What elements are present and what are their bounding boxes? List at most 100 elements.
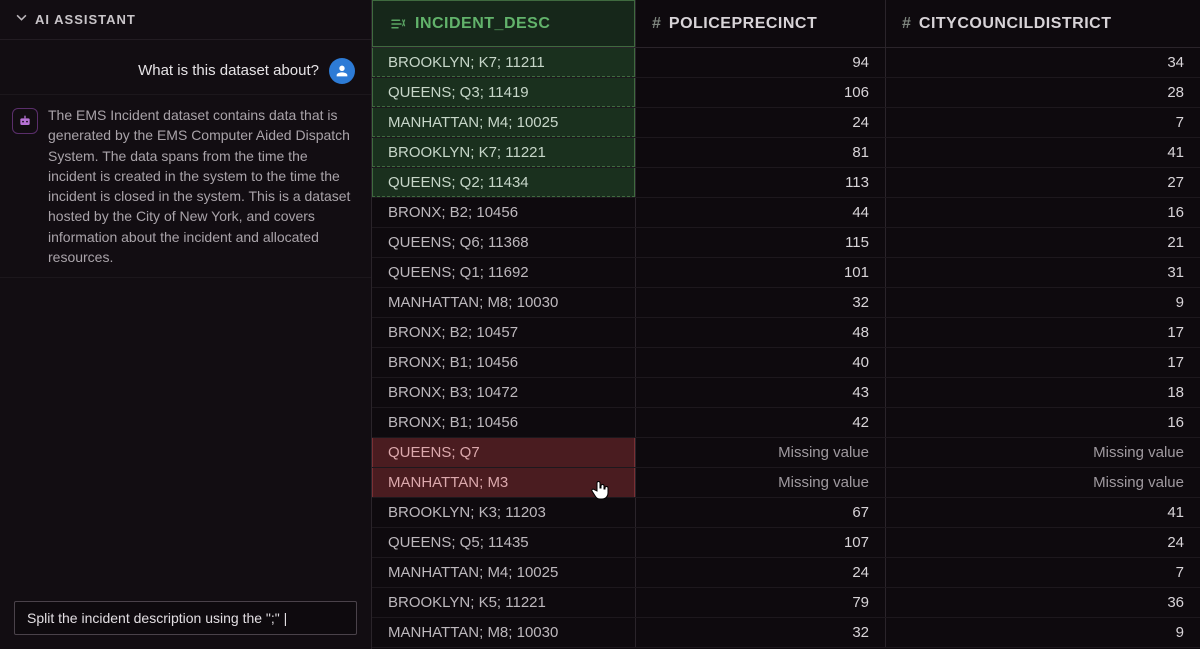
table-row[interactable]: BRONX; B1; 104564216 xyxy=(372,408,1200,438)
text-column-icon xyxy=(389,15,407,33)
cell-policeprecinct: 43 xyxy=(635,378,885,407)
panel-title: AI ASSISTANT xyxy=(35,12,136,27)
cell-incident-desc: QUEENS; Q2; 11434 xyxy=(372,168,635,197)
column-label: POLICEPRECINCT xyxy=(669,15,817,33)
cell-incident-desc: MANHATTAN; M8; 10030 xyxy=(372,618,635,647)
table-row[interactable]: MANHATTAN; M4; 10025247 xyxy=(372,558,1200,588)
table-row[interactable]: MANHATTAN; M4; 10025247 xyxy=(372,108,1200,138)
cell-citycouncildistrict: 34 xyxy=(885,48,1200,77)
cell-citycouncildistrict: 16 xyxy=(885,198,1200,227)
assistant-message-row: The EMS Incident dataset contains data t… xyxy=(0,95,371,278)
cell-incident-desc: BRONX; B1; 10456 xyxy=(372,408,635,437)
cell-incident-desc: BRONX; B2; 10457 xyxy=(372,318,635,347)
chat-input[interactable] xyxy=(14,601,357,635)
column-label: INCIDENT_DESC xyxy=(415,15,550,33)
cell-policeprecinct: Missing value xyxy=(635,438,885,467)
cell-policeprecinct: 32 xyxy=(635,288,885,317)
cell-citycouncildistrict: 28 xyxy=(885,78,1200,107)
cell-policeprecinct: 67 xyxy=(635,498,885,527)
cell-incident-desc: BRONX; B2; 10456 xyxy=(372,198,635,227)
cell-policeprecinct: 101 xyxy=(635,258,885,287)
cell-citycouncildistrict: 16 xyxy=(885,408,1200,437)
column-header-incident-desc[interactable]: INCIDENT_DESC xyxy=(372,0,635,47)
cell-citycouncildistrict: 24 xyxy=(885,528,1200,557)
cell-incident-desc: QUEENS; Q6; 11368 xyxy=(372,228,635,257)
table-row[interactable]: QUEENS; Q3; 1141910628 xyxy=(372,78,1200,108)
cell-incident-desc: QUEENS; Q5; 11435 xyxy=(372,528,635,557)
cell-policeprecinct: 42 xyxy=(635,408,885,437)
cell-incident-desc: BROOKLYN; K5; 11221 xyxy=(372,588,635,617)
cell-citycouncildistrict: 17 xyxy=(885,318,1200,347)
cell-policeprecinct: 106 xyxy=(635,78,885,107)
table-row[interactable]: MANHATTAN; M3Missing valueMissing value xyxy=(372,468,1200,498)
cell-citycouncildistrict: 36 xyxy=(885,588,1200,617)
table-row[interactable]: QUEENS; Q2; 1143411327 xyxy=(372,168,1200,198)
chevron-down-icon xyxy=(16,12,27,26)
cell-citycouncildistrict: Missing value xyxy=(885,438,1200,467)
cell-policeprecinct: Missing value xyxy=(635,468,885,497)
cell-citycouncildistrict: 7 xyxy=(885,108,1200,137)
table-row[interactable]: BROOKLYN; K3; 112036741 xyxy=(372,498,1200,528)
table-row[interactable]: BROOKLYN; K7; 112218141 xyxy=(372,138,1200,168)
cell-citycouncildistrict: 41 xyxy=(885,498,1200,527)
cell-policeprecinct: 107 xyxy=(635,528,885,557)
app-root: AI ASSISTANT What is this dataset about?… xyxy=(0,0,1200,649)
table-row[interactable]: BROOKLYN; K7; 112119434 xyxy=(372,48,1200,78)
cell-policeprecinct: 24 xyxy=(635,558,885,587)
cell-policeprecinct: 94 xyxy=(635,48,885,77)
cell-incident-desc: MANHATTAN; M4; 10025 xyxy=(372,558,635,587)
table-header-row: INCIDENT_DESC # POLICEPRECINCT # CITYCOU… xyxy=(372,0,1200,48)
column-header-citycouncildistrict[interactable]: # CITYCOUNCILDISTRICT xyxy=(885,0,1200,47)
cell-incident-desc: QUEENS; Q7 xyxy=(372,438,635,467)
cell-incident-desc: MANHATTAN; M8; 10030 xyxy=(372,288,635,317)
cell-incident-desc: BROOKLYN; K7; 11221 xyxy=(372,138,635,167)
table-row[interactable]: BROOKLYN; K5; 112217936 xyxy=(372,588,1200,618)
cell-policeprecinct: 32 xyxy=(635,618,885,647)
table-row[interactable]: QUEENS; Q1; 1169210131 xyxy=(372,258,1200,288)
cell-policeprecinct: 44 xyxy=(635,198,885,227)
cell-incident-desc: QUEENS; Q3; 11419 xyxy=(372,78,635,107)
column-label: CITYCOUNCILDISTRICT xyxy=(919,15,1112,33)
cell-citycouncildistrict: 21 xyxy=(885,228,1200,257)
cell-policeprecinct: 79 xyxy=(635,588,885,617)
table-row[interactable]: BRONX; B1; 104564017 xyxy=(372,348,1200,378)
chat-input-wrap xyxy=(0,591,371,649)
table-row[interactable]: QUEENS; Q7Missing valueMissing value xyxy=(372,438,1200,468)
bot-avatar-icon xyxy=(12,108,38,134)
column-header-policeprecinct[interactable]: # POLICEPRECINCT xyxy=(635,0,885,47)
table-body: BROOKLYN; K7; 112119434QUEENS; Q3; 11419… xyxy=(372,48,1200,649)
cell-citycouncildistrict: 27 xyxy=(885,168,1200,197)
cell-citycouncildistrict: 31 xyxy=(885,258,1200,287)
table-row[interactable]: QUEENS; Q5; 1143510724 xyxy=(372,528,1200,558)
user-avatar-icon xyxy=(329,58,355,84)
cell-citycouncildistrict: 17 xyxy=(885,348,1200,377)
data-table: INCIDENT_DESC # POLICEPRECINCT # CITYCOU… xyxy=(372,0,1200,649)
cell-citycouncildistrict: 7 xyxy=(885,558,1200,587)
table-row[interactable]: BRONX; B2; 104574817 xyxy=(372,318,1200,348)
cell-citycouncildistrict: Missing value xyxy=(885,468,1200,497)
cell-policeprecinct: 40 xyxy=(635,348,885,377)
ai-assistant-panel: AI ASSISTANT What is this dataset about?… xyxy=(0,0,372,649)
chat-area: What is this dataset about? The EMS Inci… xyxy=(0,40,371,591)
cell-policeprecinct: 115 xyxy=(635,228,885,257)
user-message-text: What is this dataset about? xyxy=(138,60,319,82)
cell-citycouncildistrict: 18 xyxy=(885,378,1200,407)
number-column-icon: # xyxy=(902,15,911,33)
assistant-message-text: The EMS Incident dataset contains data t… xyxy=(48,105,355,267)
table-row[interactable]: MANHATTAN; M8; 10030329 xyxy=(372,618,1200,648)
cell-incident-desc: BRONX; B1; 10456 xyxy=(372,348,635,377)
cell-incident-desc: MANHATTAN; M4; 10025 xyxy=(372,108,635,137)
table-row[interactable]: BRONX; B2; 104564416 xyxy=(372,198,1200,228)
cell-policeprecinct: 81 xyxy=(635,138,885,167)
table-row[interactable]: MANHATTAN; M8; 10030329 xyxy=(372,288,1200,318)
cell-citycouncildistrict: 9 xyxy=(885,288,1200,317)
cell-incident-desc: BROOKLYN; K7; 11211 xyxy=(372,48,635,77)
cell-incident-desc: MANHATTAN; M3 xyxy=(372,468,635,497)
user-message-row: What is this dataset about? xyxy=(0,48,371,95)
cell-incident-desc: BROOKLYN; K3; 11203 xyxy=(372,498,635,527)
panel-header[interactable]: AI ASSISTANT xyxy=(0,0,371,40)
cell-policeprecinct: 24 xyxy=(635,108,885,137)
cell-incident-desc: QUEENS; Q1; 11692 xyxy=(372,258,635,287)
table-row[interactable]: BRONX; B3; 104724318 xyxy=(372,378,1200,408)
table-row[interactable]: QUEENS; Q6; 1136811521 xyxy=(372,228,1200,258)
